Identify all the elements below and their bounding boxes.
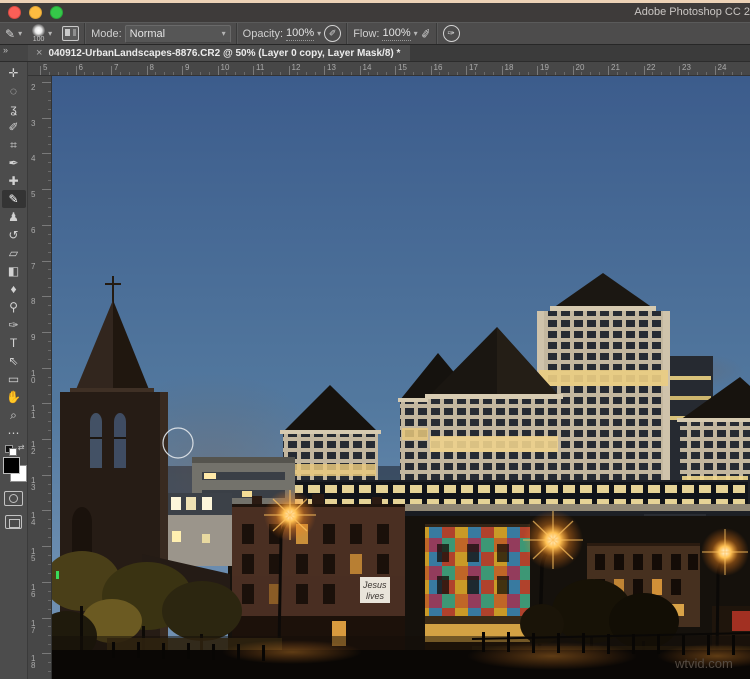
spot-healing-tool[interactable]: ✚ xyxy=(2,172,26,190)
blur-tool[interactable]: ♦ xyxy=(2,280,26,298)
zoom-tool[interactable]: ⌕ xyxy=(2,406,26,424)
crop-tool[interactable]: ⌗ xyxy=(2,136,26,154)
chevron-down-icon: ▾ xyxy=(48,29,53,38)
foreground-color-swatch[interactable] xyxy=(2,457,20,474)
image-canvas[interactable]: Ulster Bank Group Jesus xyxy=(52,76,750,679)
chevron-down-icon[interactable]: ▾ xyxy=(317,29,321,38)
vertical-ruler[interactable]: 2 3 4 5 6 7 8 9 10 11 12 13 14 15 16 17 18 xyxy=(28,76,52,679)
watermark: wtvid.com xyxy=(674,656,733,671)
eraser-tool[interactable]: ▱ xyxy=(2,244,26,262)
traffic-light-green xyxy=(56,571,59,579)
gradient-tool[interactable]: ◧ xyxy=(2,262,26,280)
toggle-brush-panel-button[interactable] xyxy=(62,26,80,41)
quick-mask-icon xyxy=(9,494,18,503)
move-tool[interactable]: ✛ xyxy=(2,64,26,82)
pressure-size-icon[interactable]: ✑ xyxy=(442,25,460,42)
horizontal-ruler[interactable]: 5 6 7 8 9 10 11 12 13 14 15 16 17 18 19 20 21 22 23 24 xyxy=(28,62,750,76)
brush-size-value: 100 xyxy=(32,36,45,43)
dodge-tool[interactable]: ⚲ xyxy=(2,298,26,316)
brush-tool[interactable]: ✎ xyxy=(1,190,26,208)
color-swatches xyxy=(2,457,27,483)
path-selection-tool[interactable]: ⇖ xyxy=(2,352,26,370)
document-tab-bar: » × 040912-UrbanLandscapes-8876.CR2 @ 50… xyxy=(0,45,750,62)
document-tab[interactable]: × 040912-UrbanLandscapes-8876.CR2 @ 50% … xyxy=(28,45,411,61)
zoom-window-button[interactable] xyxy=(50,6,63,19)
history-brush-tool[interactable]: ↺ xyxy=(2,226,26,244)
window-controls xyxy=(8,6,63,19)
tool-list: ✛ ◌ ʓ ✐ ⌗ ✒ ✚ ✎ ♟ ↺ ▱ ◧ ♦ ⚲ ✑ T ⇖ ▭ ✋ ⌕ ⋯ xyxy=(1,64,26,442)
marquee-tool[interactable]: ◌ xyxy=(2,82,26,100)
screen-mode-button[interactable] xyxy=(5,515,22,529)
document-tab-title: 040912-UrbanLandscapes-8876.CR2 @ 50% (L… xyxy=(48,47,401,59)
opacity-label: Opacity: xyxy=(242,27,284,40)
opacity-value[interactable]: 100% xyxy=(286,27,315,41)
panel-collapse-chevrons[interactable]: » xyxy=(0,45,28,61)
banner-line2: lives xyxy=(366,591,385,601)
flow-label: Flow: xyxy=(353,27,380,40)
minimize-window-button[interactable] xyxy=(29,6,42,19)
eyedropper-tool[interactable]: ✒ xyxy=(2,154,26,172)
brush-preset-icon: ✎ xyxy=(5,26,16,41)
blend-mode-select[interactable]: Normal ▾ xyxy=(124,24,231,43)
brush-picker[interactable]: 100 ▾ xyxy=(27,23,57,44)
close-window-button[interactable] xyxy=(8,6,21,19)
quick-selection-tool[interactable]: ✐ xyxy=(2,118,26,136)
chevron-down-icon: ▾ xyxy=(221,29,226,38)
chevron-down-icon[interactable]: ▾ xyxy=(414,29,418,38)
tool-options-bar: ✎ ▾ 100 ▾ Mode: Normal ▾ Opacity: 100% ▾… xyxy=(0,22,750,45)
mode-label: Mode: xyxy=(91,27,122,40)
clone-stamp-tool[interactable]: ♟ xyxy=(2,208,26,226)
tool-preset-picker[interactable]: ✎ ▾ xyxy=(0,23,27,44)
type-tool[interactable]: T xyxy=(2,334,26,352)
jesus-lives-banner: Jesus lives xyxy=(360,577,390,603)
quick-mask-button[interactable] xyxy=(4,491,23,506)
pressure-opacity-icon[interactable]: ✐ xyxy=(324,25,342,42)
default-colors-widget[interactable]: ⇄ xyxy=(3,443,25,456)
close-tab-icon[interactable]: × xyxy=(36,47,42,59)
brick-building-left: Jesus lives xyxy=(232,494,405,650)
hand-tool[interactable]: ✋ xyxy=(2,388,26,406)
airbrush-icon[interactable]: ✐ xyxy=(419,26,431,42)
app-title: Adobe Photoshop CC 2 xyxy=(634,6,750,18)
title-bar: Adobe Photoshop CC 2 xyxy=(0,3,750,22)
chevron-down-icon: ▾ xyxy=(18,29,23,38)
edit-toolbar-tool[interactable]: ⋯ xyxy=(2,424,26,442)
blend-mode-value: Normal xyxy=(129,27,166,40)
pen-tool[interactable]: ✑ xyxy=(2,316,26,334)
flow-value[interactable]: 100% xyxy=(382,27,411,41)
banner-line1: Jesus xyxy=(362,580,387,590)
tools-panel: ✛ ◌ ʓ ✐ ⌗ ✒ ✚ ✎ ♟ ↺ ▱ ◧ ♦ ⚲ ✑ T ⇖ ▭ ✋ ⌕ ⋯ ⇄ xyxy=(0,62,28,679)
brush-preview: 100 xyxy=(32,24,46,43)
default-background-swatch xyxy=(8,448,17,456)
switch-colors-icon[interactable]: ⇄ xyxy=(18,443,25,452)
shape-tool[interactable]: ▭ xyxy=(2,370,26,388)
lasso-tool[interactable]: ʓ xyxy=(2,100,26,118)
